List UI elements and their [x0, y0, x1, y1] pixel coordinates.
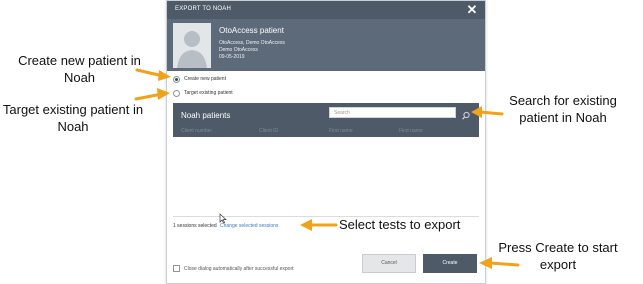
patient-header: OtoAccess patient OtoAccess, Demo OtoAcc… [167, 19, 485, 71]
column-header-first-name-2[interactable]: First name [399, 128, 423, 134]
patient-birthdate: 09-05-2019 [219, 54, 245, 60]
dialog-title: EXPORT TO NOAH [175, 6, 232, 12]
annotation-search-existing-patient: Search for existing patient in Noah [509, 93, 617, 125]
column-header-first-name[interactable]: First name [329, 128, 353, 134]
column-header-client-id[interactable]: Client ID [259, 128, 278, 134]
annotation-target-existing-patient: Target existing patient in Noah [2, 102, 144, 134]
close-after-export-label: Close dialog automatically after success… [184, 265, 294, 272]
avatar [173, 23, 211, 68]
search-input[interactable]: Search [329, 107, 456, 118]
mouse-cursor-icon [219, 213, 227, 224]
annotation-create-new-patient: Create new patient in Noah [18, 53, 141, 85]
noah-patients-title: Noah patients [181, 111, 231, 120]
change-selected-sessions-link[interactable]: Change selected sessions [220, 223, 278, 229]
target-existing-patient-option[interactable]: Target existing patient [173, 88, 233, 98]
target-existing-patient-radio[interactable] [173, 89, 180, 97]
cancel-button[interactable]: Cancel [362, 254, 416, 273]
create-new-patient-option[interactable]: Create new patient [173, 74, 226, 84]
create-new-patient-label: Create new patient [184, 76, 226, 82]
arrow-left-icon [300, 219, 338, 231]
person-silhouette-icon [173, 23, 211, 68]
close-icon[interactable]: ✕ [465, 2, 479, 18]
arrow-left-icon [471, 106, 504, 118]
arrow-right-icon [134, 88, 170, 101]
patient-detail-2: Demo OtoAccess [219, 47, 258, 53]
sessions-selected-count: 1 sessions selected [173, 223, 217, 229]
export-to-noah-dialog: EXPORT TO NOAH ✕ OtoAccess patient OtoAc… [166, 0, 486, 284]
column-header-client-number[interactable]: Client number [181, 128, 212, 134]
noah-patients-panel: Noah patients Search Client number Clien… [173, 103, 479, 137]
patient-name: OtoAccess patient [219, 26, 284, 35]
arrow-right-icon [135, 68, 171, 81]
dialog-titlebar: EXPORT TO NOAH ✕ [167, 1, 485, 19]
close-after-export-option[interactable]: Close dialog automatically after success… [173, 265, 294, 272]
patient-detail-1: OtoAccess, Demo OtoAccess [219, 40, 285, 46]
target-existing-patient-label: Target existing patient [184, 90, 233, 96]
close-after-export-checkbox[interactable] [173, 265, 180, 272]
arrow-left-icon [479, 257, 520, 269]
annotation-select-tests: Select tests to export [339, 217, 461, 232]
create-button[interactable]: Create [423, 254, 477, 273]
